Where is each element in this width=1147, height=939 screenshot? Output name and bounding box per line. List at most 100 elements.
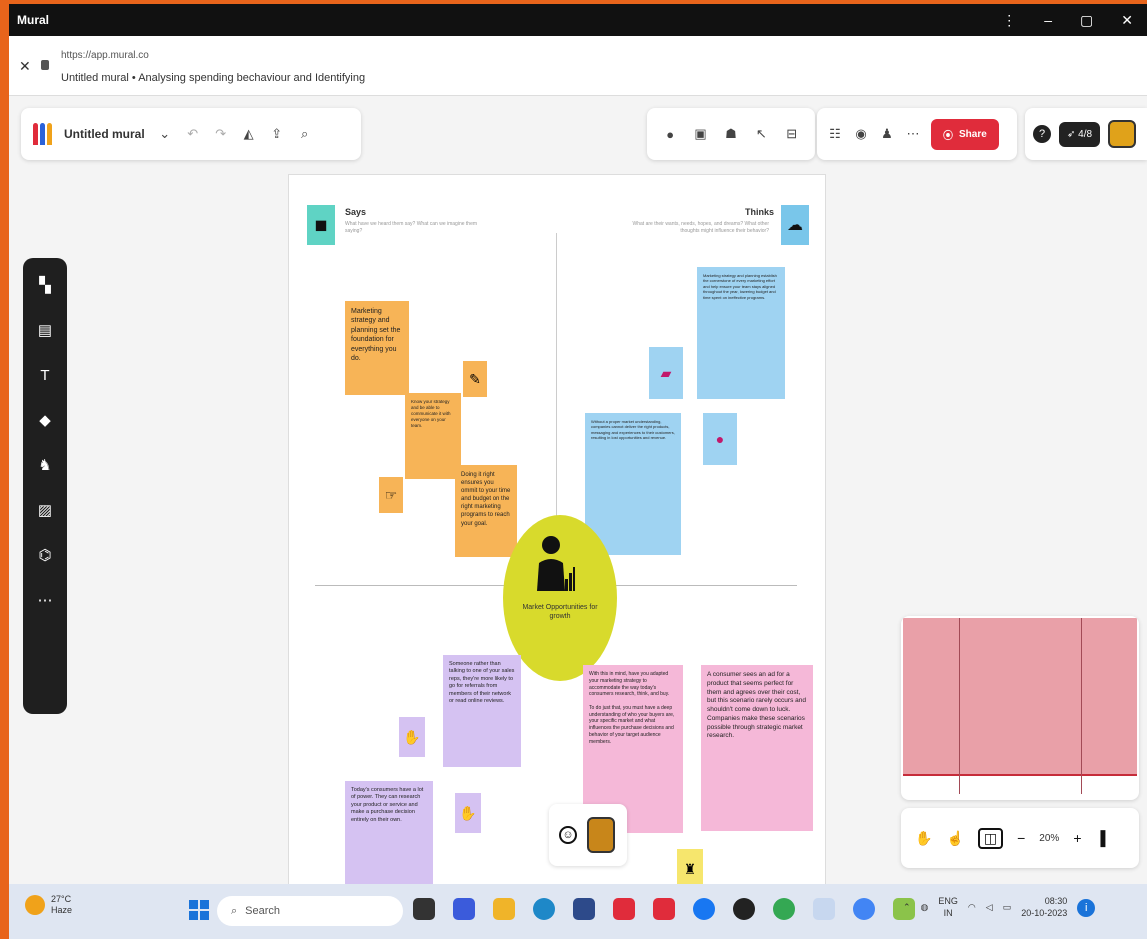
share-button[interactable]: ⦿ Share	[931, 118, 999, 150]
user-toolbar: ? ➶ 4/8	[1025, 108, 1147, 160]
binoculars-icon[interactable]: ☗	[723, 126, 739, 142]
user-avatar[interactable]	[1108, 120, 1137, 148]
text-icon[interactable]: T	[36, 366, 54, 384]
taskbar-apps	[413, 898, 915, 920]
facebook-icon[interactable]	[693, 898, 715, 920]
private-mode-icon[interactable]: ⊟	[784, 126, 800, 142]
close-tab-icon[interactable]: ✕	[19, 58, 31, 75]
share-label: Share	[959, 128, 987, 140]
task-view-icon[interactable]	[413, 898, 435, 920]
windows-start-icon[interactable]	[189, 900, 209, 920]
system-tray: ⌃ ◍ ENG IN ◠ ◁ ▭ 08:30 20-10-2023 i	[903, 896, 1096, 920]
chevron-down-icon[interactable]: ⌄	[157, 126, 173, 142]
minimap[interactable]	[901, 616, 1139, 800]
page-title: Untitled mural • Analysing spending bech…	[61, 72, 366, 84]
shapes-icon[interactable]: ◆	[36, 411, 54, 429]
chat-bubbles-icon: ▰	[649, 347, 683, 399]
templates-icon[interactable]: ▚	[36, 276, 54, 294]
chat-icon[interactable]: ◉	[853, 126, 869, 142]
tray-app-icon[interactable]: ◍	[921, 902, 929, 913]
minimap-divider	[1081, 618, 1082, 794]
select-hand-icon[interactable]: ☝	[946, 830, 963, 847]
weather-widget[interactable]: 27°C Haze	[25, 894, 72, 916]
url-text[interactable]: https://app.mural.co	[61, 50, 149, 61]
github-icon[interactable]	[733, 898, 755, 920]
persona-label: Market Opportunities for growth	[522, 604, 598, 621]
comment-icon[interactable]: ◭	[241, 126, 257, 142]
youtube-icon[interactable]	[653, 898, 675, 920]
image-icon[interactable]: ▨	[36, 501, 54, 519]
rocket-progress-button[interactable]: ➶ 4/8	[1059, 121, 1101, 147]
empathy-map-board[interactable]: ◼ Says What have we heard them say? What…	[288, 174, 826, 894]
says-subtitle: What have we heard them say? What can we…	[345, 221, 478, 234]
icons-icon[interactable]: ♞	[36, 456, 54, 474]
lang-top[interactable]: ENG	[938, 896, 958, 908]
app-frame: Mural ⋮ – ▢ ✕ ✕ https://app.mural.co Unt…	[9, 4, 1147, 939]
sticky-note[interactable]: Know your strategy and be able to commun…	[405, 393, 461, 479]
chevron-up-icon[interactable]: ⌃	[903, 902, 911, 913]
file-explorer-icon[interactable]	[493, 898, 515, 920]
weather-temp: 27°C	[51, 894, 72, 904]
mural-logo-icon[interactable]	[33, 123, 52, 145]
wifi-icon[interactable]: ◠	[968, 902, 976, 913]
person-chart-icon	[537, 536, 575, 591]
people-icon[interactable]: ♟	[879, 126, 895, 142]
mural-app-icon[interactable]	[613, 898, 635, 920]
collab-toolbar: ● ▣ ☗ ↖ ⊟	[647, 108, 815, 160]
more-icon[interactable]: ⋯	[905, 126, 921, 142]
sticky-note[interactable]: Marketing strategy and planning set the …	[345, 301, 409, 395]
search-icon: ⌕	[231, 904, 238, 917]
store-icon[interactable]	[573, 898, 595, 920]
window-controls: ⋮ – ▢ ✕	[1002, 12, 1133, 29]
outline-icon[interactable]: ☷	[827, 126, 843, 142]
settings-icon[interactable]	[813, 898, 835, 920]
volume-icon[interactable]: ◁	[986, 902, 993, 913]
taskbar-search-input[interactable]: ⌕ Search	[217, 896, 403, 926]
sticky-note[interactable]: Marketing strategy and planning establis…	[697, 267, 785, 399]
help-icon[interactable]: ?	[1033, 125, 1051, 143]
export-icon[interactable]: ⇪	[269, 126, 285, 142]
cursor-mode-icon[interactable]: ◫	[977, 827, 1004, 849]
windows-taskbar: 27°C Haze ⌕ Search ⌃ ◍ ENG IN ◠ ◁ ▭ 08:3…	[9, 884, 1147, 939]
sticky-note[interactable]: A consumer sees an ad for a product that…	[701, 665, 813, 831]
person-walk-icon: ♜	[677, 849, 703, 889]
redo-icon[interactable]: ↷	[213, 126, 229, 142]
laser-pointer-icon[interactable]: ↖	[753, 126, 769, 142]
battery-icon[interactable]: ▭	[1003, 902, 1012, 913]
chrome-icon[interactable]	[773, 898, 795, 920]
voting-icon[interactable]: ▣	[693, 126, 709, 142]
sticky-note-icon[interactable]: ▤	[36, 321, 54, 339]
minimap-viewport[interactable]	[903, 618, 1137, 776]
undo-icon[interactable]: ↶	[185, 126, 201, 142]
close-icon[interactable]: ✕	[1121, 12, 1133, 29]
fit-screen-icon[interactable]: ▐	[1096, 830, 1106, 846]
mural-name[interactable]: Untitled mural	[64, 127, 145, 141]
thinks-title: Thinks	[745, 207, 775, 217]
lang-bottom[interactable]: IN	[938, 908, 958, 920]
diagram-icon[interactable]: ⌬	[36, 546, 54, 564]
clock[interactable]: 08:30 20-10-2023	[1021, 896, 1067, 919]
minimize-icon[interactable]: –	[1044, 12, 1052, 29]
menu-kebab-icon[interactable]: ⋮	[1002, 12, 1016, 29]
participant-avatar[interactable]	[587, 817, 615, 853]
chat-app-icon[interactable]	[453, 898, 475, 920]
sticky-note[interactable]: Someone rather than talking to one of yo…	[443, 655, 521, 767]
zoom-level[interactable]: 20%	[1039, 833, 1059, 844]
pointer-icon: ✋	[399, 717, 425, 757]
emoji-icon[interactable]: ☺	[559, 826, 577, 844]
search-icon[interactable]: ⌕	[297, 126, 313, 142]
hand-icon: ☞	[379, 477, 403, 513]
sticky-note[interactable]: Without a proper market understanding, c…	[585, 413, 681, 555]
hand-pan-icon[interactable]: ✋	[915, 830, 932, 847]
zoom-out-icon[interactable]: −	[1017, 830, 1025, 846]
more-tools-icon[interactable]: ⋯	[36, 591, 54, 609]
edge-icon[interactable]	[533, 898, 555, 920]
timer-icon[interactable]: ●	[662, 126, 678, 142]
restore-icon[interactable]: ▢	[1080, 12, 1093, 29]
zoom-in-icon[interactable]: +	[1073, 830, 1081, 846]
chrome-profile-icon[interactable]	[853, 898, 875, 920]
weather-desc: Haze	[51, 904, 73, 915]
notification-icon[interactable]: i	[1077, 898, 1096, 917]
sticky-note[interactable]: Today's consumers have a lot of power. T…	[345, 781, 433, 893]
sticky-note[interactable]: Doing it right ensures you ommit to your…	[455, 465, 517, 557]
